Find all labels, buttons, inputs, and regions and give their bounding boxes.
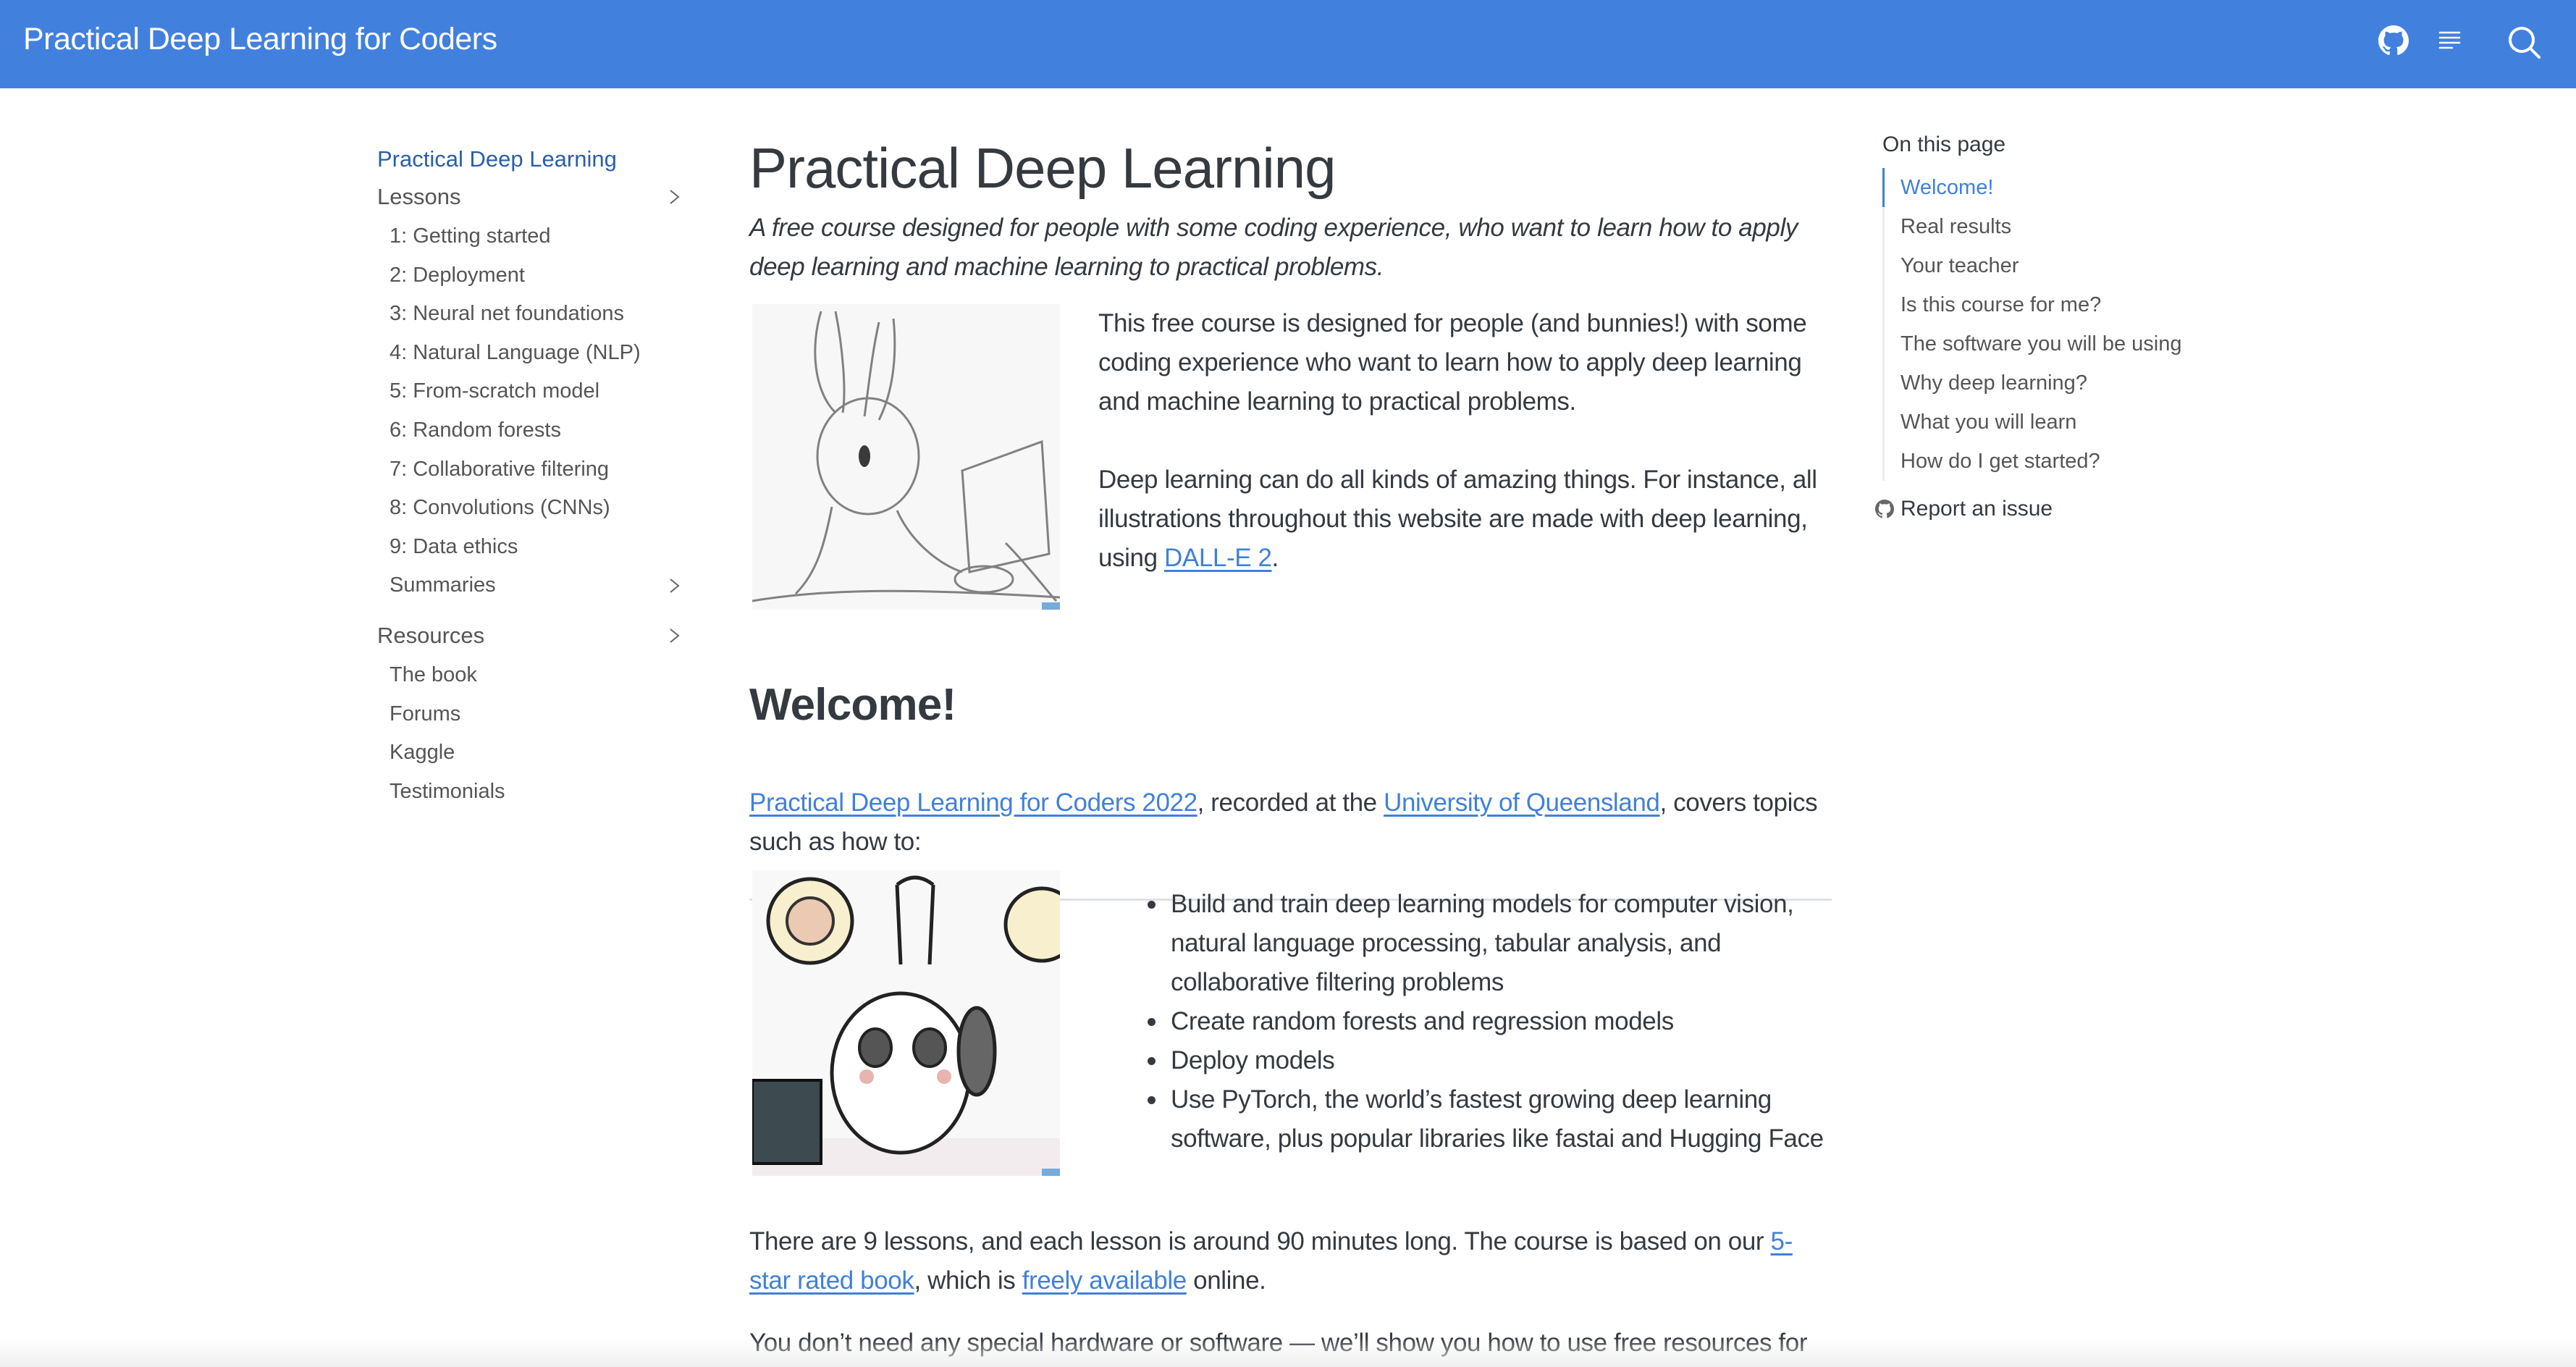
bunny-sketch-image (752, 304, 1060, 610)
sidebar-item-forums[interactable]: Forums (377, 695, 689, 734)
github-icon (1875, 500, 1894, 518)
sidebar-item-lesson-7[interactable]: 7: Collaborative filtering (377, 450, 689, 489)
welcome-paragraph: Practical Deep Learning for Coders 2022,… (749, 783, 1832, 862)
topics-list: Build and train deep learning models for… (1146, 885, 1841, 1158)
toc-title: On this page (1882, 133, 2006, 156)
intro-text: This free course is designed for people … (1098, 304, 1844, 617)
search-icon[interactable] (2507, 25, 2542, 60)
sidebar-item-lesson-8[interactable]: 8: Convolutions (CNNs) (377, 489, 689, 528)
toc-item-real-results[interactable]: Real results (1885, 207, 2288, 246)
toc-item-what-you-will-learn[interactable]: What you will learn (1885, 403, 2288, 442)
toc-item-get-started[interactable]: How do I get started? (1885, 442, 2288, 481)
sidebar-item-lesson-5[interactable]: 5: From-scratch model (377, 372, 689, 411)
list-item: Use PyTorch, the world’s fastest growing… (1146, 1080, 1841, 1158)
sidebar-item-summaries[interactable]: Summaries (377, 566, 689, 605)
toc-item-your-teacher[interactable]: Your teacher (1885, 246, 2288, 285)
sidebar-item-lesson-4[interactable]: 4: Natural Language (NLP) (377, 334, 689, 373)
intro-paragraph-2: Deep learning can do all kinds of amazin… (1098, 460, 1844, 578)
site-title-link[interactable]: Practical Deep Learning for Coders (23, 22, 497, 57)
sidebar-item-lesson-6[interactable]: 6: Random forests (377, 411, 689, 450)
report-issue-label: Report an issue (1901, 497, 2053, 521)
chevron-right-icon[interactable] (667, 627, 683, 644)
sidebar-item-testimonials[interactable]: Testimonials (377, 773, 689, 812)
sidebar-item-lesson-9[interactable]: 9: Data ethics (377, 528, 689, 567)
intro-paragraph-1: This free course is designed for people … (1098, 309, 1807, 416)
sidebar-item-label: Summaries (390, 573, 496, 597)
hardware-paragraph: You don’t need any special hardware or s… (749, 1329, 1808, 1357)
uq-link[interactable]: University of Queensland (1384, 788, 1660, 817)
sidebar-item-home[interactable]: Practical Deep Learning (377, 142, 689, 177)
toc-icon[interactable] (2438, 28, 2462, 52)
bunny-headphones-image (752, 870, 1060, 1176)
sidebar-item-kaggle[interactable]: Kaggle (377, 733, 689, 773)
table-of-contents: On this page Welcome! Real results Your … (1875, 129, 2288, 521)
course-2022-link[interactable]: Practical Deep Learning for Coders 2022 (749, 788, 1197, 817)
sidebar-section-resources[interactable]: Resources (377, 615, 689, 656)
text: online. (1186, 1266, 1266, 1295)
dall-e-link[interactable]: DALL-E 2 (1164, 544, 1272, 572)
sidebar-item-lesson-2[interactable]: 2: Deployment (377, 256, 689, 295)
lessons-paragraph: There are 9 lessons, and each lesson is … (749, 1222, 1832, 1300)
sidebar: Practical Deep Learning Lessons 1: Getti… (377, 142, 689, 811)
main-content: Practical Deep Learning A free course de… (749, 130, 1832, 1357)
sidebar-item-lesson-1[interactable]: 1: Getting started (377, 217, 689, 256)
navbar: Practical Deep Learning for Coders (0, 0, 2576, 88)
toc-item-why-deep-learning[interactable]: Why deep learning? (1885, 363, 2288, 403)
welcome-heading: Welcome! (749, 680, 956, 730)
chevron-right-icon[interactable] (667, 188, 683, 206)
list-item: Build and train deep learning models for… (1146, 885, 1841, 1002)
toc-item-is-this-for-me[interactable]: Is this course for me? (1885, 285, 2288, 324)
toc-item-welcome[interactable]: Welcome! (1882, 168, 2288, 207)
sidebar-section-label: Lessons (377, 184, 461, 209)
sidebar-item-the-book[interactable]: The book (377, 656, 689, 695)
list-item: Deploy models (1146, 1041, 1841, 1080)
chevron-right-icon[interactable] (667, 577, 683, 594)
sidebar-section-label: Resources (377, 622, 485, 648)
text: , recorded at the (1197, 788, 1384, 817)
list-item: Create random forests and regression mod… (1146, 1002, 1841, 1041)
page-title: Practical Deep Learning (749, 136, 1336, 200)
text: . (1271, 544, 1279, 572)
page-subtitle: A free course designed for people with s… (749, 214, 1798, 281)
toc-item-software[interactable]: The software you will be using (1885, 324, 2288, 363)
toc-list: Welcome! Real results Your teacher Is th… (1882, 168, 2288, 481)
text: , which is (914, 1266, 1022, 1295)
freely-available-link[interactable]: freely available (1022, 1266, 1187, 1295)
sidebar-item-lesson-3[interactable]: 3: Neural net foundations (377, 295, 689, 334)
text: There are 9 lessons, and each lesson is … (749, 1227, 1771, 1255)
github-icon[interactable] (2378, 25, 2409, 56)
report-issue-link[interactable]: Report an issue (1875, 497, 2288, 521)
sidebar-section-lessons[interactable]: Lessons (377, 177, 689, 217)
